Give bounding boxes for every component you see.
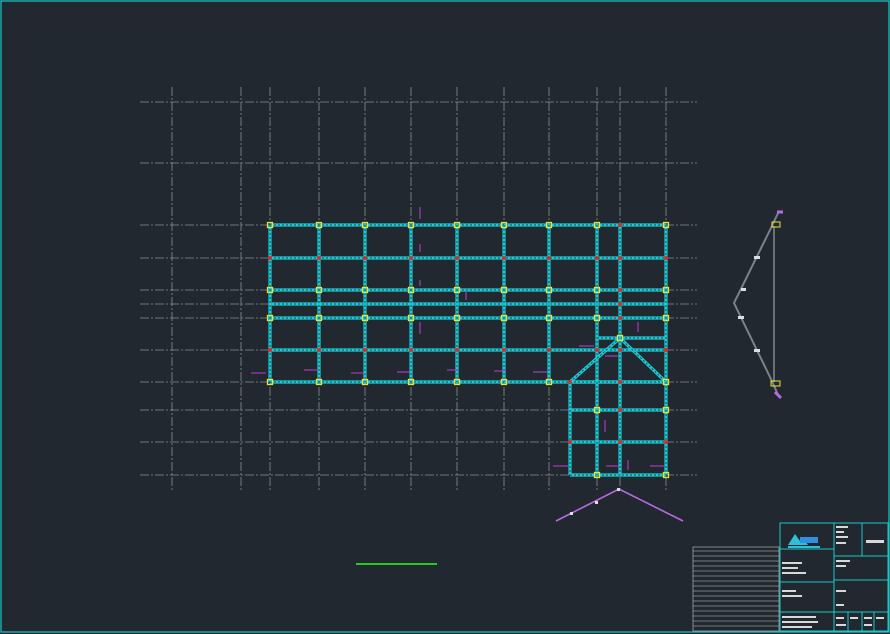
elevation-lower-purlin [773, 390, 783, 400]
joint [317, 256, 321, 260]
joint [595, 256, 599, 260]
joint [618, 288, 622, 292]
roof-node-marker [617, 488, 620, 491]
joint [455, 348, 459, 352]
revision-table-frame [692, 546, 780, 632]
joint [618, 348, 622, 352]
company-logo-icon [788, 534, 820, 548]
joint [547, 256, 551, 260]
roof-ridge-line [555, 488, 684, 522]
joint [363, 348, 367, 352]
joint [568, 380, 572, 384]
joint [618, 256, 622, 260]
elevation-tag [738, 316, 744, 319]
roof-node-marker [570, 512, 573, 515]
structural-frame[interactable] [268, 223, 668, 477]
joint [455, 256, 459, 260]
revision-table [692, 546, 780, 632]
joint [618, 380, 622, 384]
roof-profile [555, 488, 684, 522]
beam-centerline [569, 337, 621, 383]
joint [409, 348, 413, 352]
elevation-tag [754, 256, 760, 259]
joint [618, 408, 622, 412]
joint [268, 256, 272, 260]
joint [664, 348, 668, 352]
joint [618, 440, 622, 444]
joint [363, 256, 367, 260]
cad-drawing-viewport[interactable] [0, 0, 890, 634]
joint [618, 302, 622, 306]
joint [664, 440, 668, 444]
roof-node-marker [595, 501, 598, 504]
joint [618, 316, 622, 320]
joint [664, 256, 668, 260]
elevation-profile [732, 210, 780, 398]
joint [268, 348, 272, 352]
joint [502, 348, 506, 352]
joint [595, 348, 599, 352]
joint [547, 348, 551, 352]
joint [409, 256, 413, 260]
joint [502, 256, 506, 260]
side-elevation [732, 210, 783, 400]
elevation-tag [741, 288, 746, 291]
joint [317, 348, 321, 352]
elevation-tag [754, 349, 760, 352]
structural-plan-svg[interactable] [0, 0, 890, 634]
joint [618, 223, 622, 227]
joint [568, 440, 572, 444]
